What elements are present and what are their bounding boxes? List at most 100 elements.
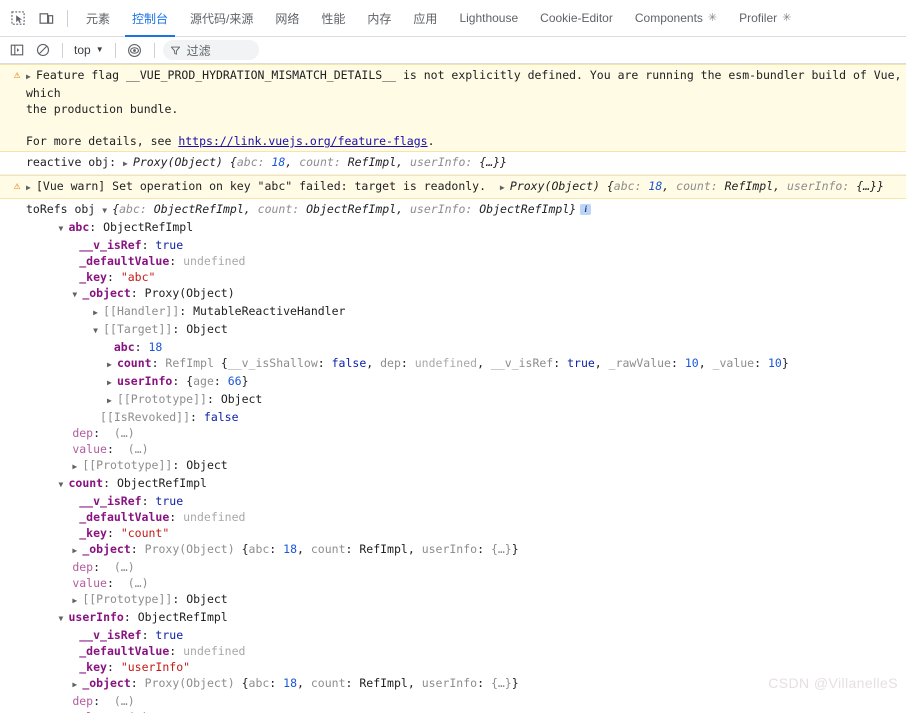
tab-network[interactable]: 网络 — [264, 0, 310, 37]
tree-row-count-dep[interactable]: dep: (…) — [0, 559, 906, 575]
collapse-triangle-icon[interactable]: ▼ — [102, 203, 112, 219]
clear-console-icon[interactable] — [30, 39, 56, 61]
expand-triangle-icon[interactable]: ▶ — [72, 459, 82, 475]
expand-triangle-icon[interactable]: ▶ — [107, 375, 117, 391]
collapse-triangle-icon[interactable]: ▼ — [72, 287, 82, 303]
sub-key: abc — [248, 676, 270, 690]
inspect-element-icon[interactable] — [4, 4, 32, 32]
tree-row-count[interactable]: ▼ count: ObjectRefImpl — [0, 475, 906, 493]
tab-cookie-editor[interactable]: Cookie-Editor — [529, 0, 624, 37]
tab-memory[interactable]: 内存 — [356, 0, 402, 37]
sub-key: count — [310, 676, 346, 690]
collapse-triangle-icon[interactable]: ▼ — [58, 477, 68, 493]
tree-row-abc-value[interactable]: value: (…) — [0, 441, 906, 457]
tree-row-abc-key[interactable]: _key: "abc" — [0, 269, 906, 285]
tree-row-userinfo-object[interactable]: ▶ _object: Proxy(Object) {abc: 18, count:… — [0, 675, 906, 693]
expand-triangle-icon[interactable]: ▶ — [107, 357, 117, 373]
tab-profiler[interactable]: Profiler ✳ — [728, 0, 802, 37]
tree-row-count-object[interactable]: ▶ _object: Proxy(Object) {abc: 18, count:… — [0, 541, 906, 559]
sub-key: dep — [380, 356, 401, 370]
tree-row-userinfo-value[interactable]: value: (…) — [0, 709, 906, 713]
tree-row-userinfo-key[interactable]: _key: "userInfo" — [0, 659, 906, 675]
sub-key: __v_isRef — [490, 356, 554, 370]
tree-row-target-userinfo[interactable]: ▶ userInfo: {age: 66} — [0, 373, 906, 391]
feature-flags-link[interactable]: https://link.vuejs.org/feature-flags — [178, 134, 427, 148]
prop-key: [[Prototype]] — [82, 458, 173, 472]
sub-key: userInfo — [421, 542, 478, 556]
tree-row-userinfo-defaultvalue[interactable]: _defaultValue: undefined — [0, 643, 906, 659]
sub-value: {…} — [490, 676, 512, 690]
tab-application[interactable]: 应用 — [402, 0, 448, 37]
tab-console[interactable]: 控制台 — [121, 0, 179, 37]
tree-row-userinfo[interactable]: ▼ userInfo: ObjectRefImpl — [0, 609, 906, 627]
tab-elements[interactable]: 元素 — [75, 0, 121, 37]
feature-flag-line1: Feature flag __VUE_PROD_HYDRATION_MISMAT… — [26, 68, 902, 100]
collapse-triangle-icon[interactable]: ▼ — [58, 611, 68, 627]
toolbar-divider — [67, 9, 68, 27]
tab-lighthouse[interactable]: Lighthouse — [448, 0, 529, 37]
tree-row-abc-isref[interactable]: __v_isRef: true — [0, 237, 906, 253]
tree-row-count-prototype[interactable]: ▶ [[Prototype]]: Object — [0, 591, 906, 609]
preview-key-userinfo: userInfo — [410, 155, 466, 169]
expand-triangle-icon[interactable]: ▶ — [123, 156, 133, 172]
console-output[interactable]: ⚠ ▶ Feature flag __VUE_PROD_HYDRATION_MIS… — [0, 64, 906, 713]
expand-triangle-icon[interactable]: ▶ — [72, 677, 82, 693]
console-toolbar: top ▼ 过滤 — [0, 37, 906, 64]
prop-value[interactable]: (…) — [128, 442, 149, 456]
prop-key: __v_isRef — [79, 494, 142, 508]
expand-triangle-icon[interactable]: ▶ — [26, 180, 36, 196]
dock-panel-icon[interactable] — [4, 39, 30, 61]
console-message-vue-warn[interactable]: ⚠ ▶ [Vue warn] Set operation on key "abc"… — [0, 175, 906, 199]
tree-row-userinfo-isref[interactable]: __v_isRef: true — [0, 627, 906, 643]
tree-row-target-prototype[interactable]: ▶ [[Prototype]]: Object — [0, 391, 906, 409]
tree-row-abc-defaultvalue[interactable]: _defaultValue: undefined — [0, 253, 906, 269]
tab-sources[interactable]: 源代码/来源 — [179, 0, 264, 37]
console-message-torefs-obj[interactable]: toRefs obj ▼ {abc: ObjectRefImpl, count: … — [0, 199, 906, 713]
prop-value: false — [203, 410, 239, 424]
tree-row-count-isref[interactable]: __v_isRef: true — [0, 493, 906, 509]
expand-triangle-icon[interactable]: ▶ — [26, 69, 36, 85]
device-toolbar-icon[interactable] — [32, 4, 60, 32]
console-message-warning-feature-flag[interactable]: ⚠ ▶ Feature flag __VUE_PROD_HYDRATION_MIS… — [0, 64, 906, 152]
tree-row-count-defaultvalue[interactable]: _defaultValue: undefined — [0, 509, 906, 525]
tab-components[interactable]: Components ✳ — [624, 0, 728, 37]
asterisk-icon: ✳ — [782, 11, 792, 24]
tree-row-abc-handler[interactable]: ▶ [[Handler]]: MutableReactiveHandler — [0, 303, 906, 321]
collapse-triangle-icon[interactable]: ▼ — [58, 221, 68, 237]
prop-key: dep — [72, 560, 94, 574]
prop-key: _key — [79, 660, 107, 674]
live-expression-icon[interactable] — [122, 39, 148, 61]
tree-row-isrevoked[interactable]: [[IsRevoked]]: false — [0, 409, 906, 425]
reactive-proxy-class: Proxy(Object) — [132, 155, 223, 169]
sub-value: undefined — [414, 356, 478, 370]
expand-triangle-icon[interactable]: ▶ — [107, 393, 117, 409]
tree-row-abc-dep[interactable]: dep: (…) — [0, 425, 906, 441]
info-badge-icon[interactable]: i — [580, 204, 592, 215]
expand-triangle-icon[interactable]: ▶ — [93, 305, 103, 321]
prop-value[interactable]: (…) — [114, 426, 135, 440]
expand-triangle-icon[interactable]: ▶ — [72, 593, 82, 609]
tree-row-abc[interactable]: ▼ abc: ObjectRefImpl — [0, 219, 906, 237]
sub-value: {…} — [490, 542, 512, 556]
tree-row-abc-prototype[interactable]: ▶ [[Prototype]]: Object — [0, 457, 906, 475]
execution-context-selector[interactable]: top ▼ — [69, 41, 109, 59]
expand-triangle-icon[interactable]: ▶ — [72, 543, 82, 559]
reactive-label: reactive obj: — [26, 155, 117, 169]
prop-key: count — [116, 356, 152, 370]
prop-value[interactable]: (…) — [114, 560, 135, 574]
tree-row-abc-target[interactable]: ▼ [[Target]]: Object — [0, 321, 906, 339]
console-message-reactive-obj[interactable]: reactive obj: ▶ Proxy(Object) {abc: 18, c… — [0, 152, 906, 175]
prop-value[interactable]: (…) — [128, 576, 149, 590]
expand-triangle-icon[interactable]: ▶ — [500, 180, 510, 196]
tree-row-target-abc[interactable]: abc: 18 — [0, 339, 906, 355]
collapse-triangle-icon[interactable]: ▼ — [93, 323, 103, 339]
tree-row-count-value[interactable]: value: (…) — [0, 575, 906, 591]
tree-row-abc-object[interactable]: ▼ _object: Proxy(Object) — [0, 285, 906, 303]
filter-input[interactable]: 过滤 — [162, 40, 259, 60]
tree-row-target-count[interactable]: ▶ count: RefImpl {__v_isShallow: false, d… — [0, 355, 906, 373]
tab-performance[interactable]: 性能 — [310, 0, 356, 37]
message-text: ▶ Feature flag __VUE_PROD_HYDRATION_MISMA… — [26, 67, 902, 149]
tree-row-userinfo-dep[interactable]: dep: (…) — [0, 693, 906, 709]
tree-row-count-key[interactable]: _key: "count" — [0, 525, 906, 541]
prop-value[interactable]: (…) — [114, 694, 135, 708]
